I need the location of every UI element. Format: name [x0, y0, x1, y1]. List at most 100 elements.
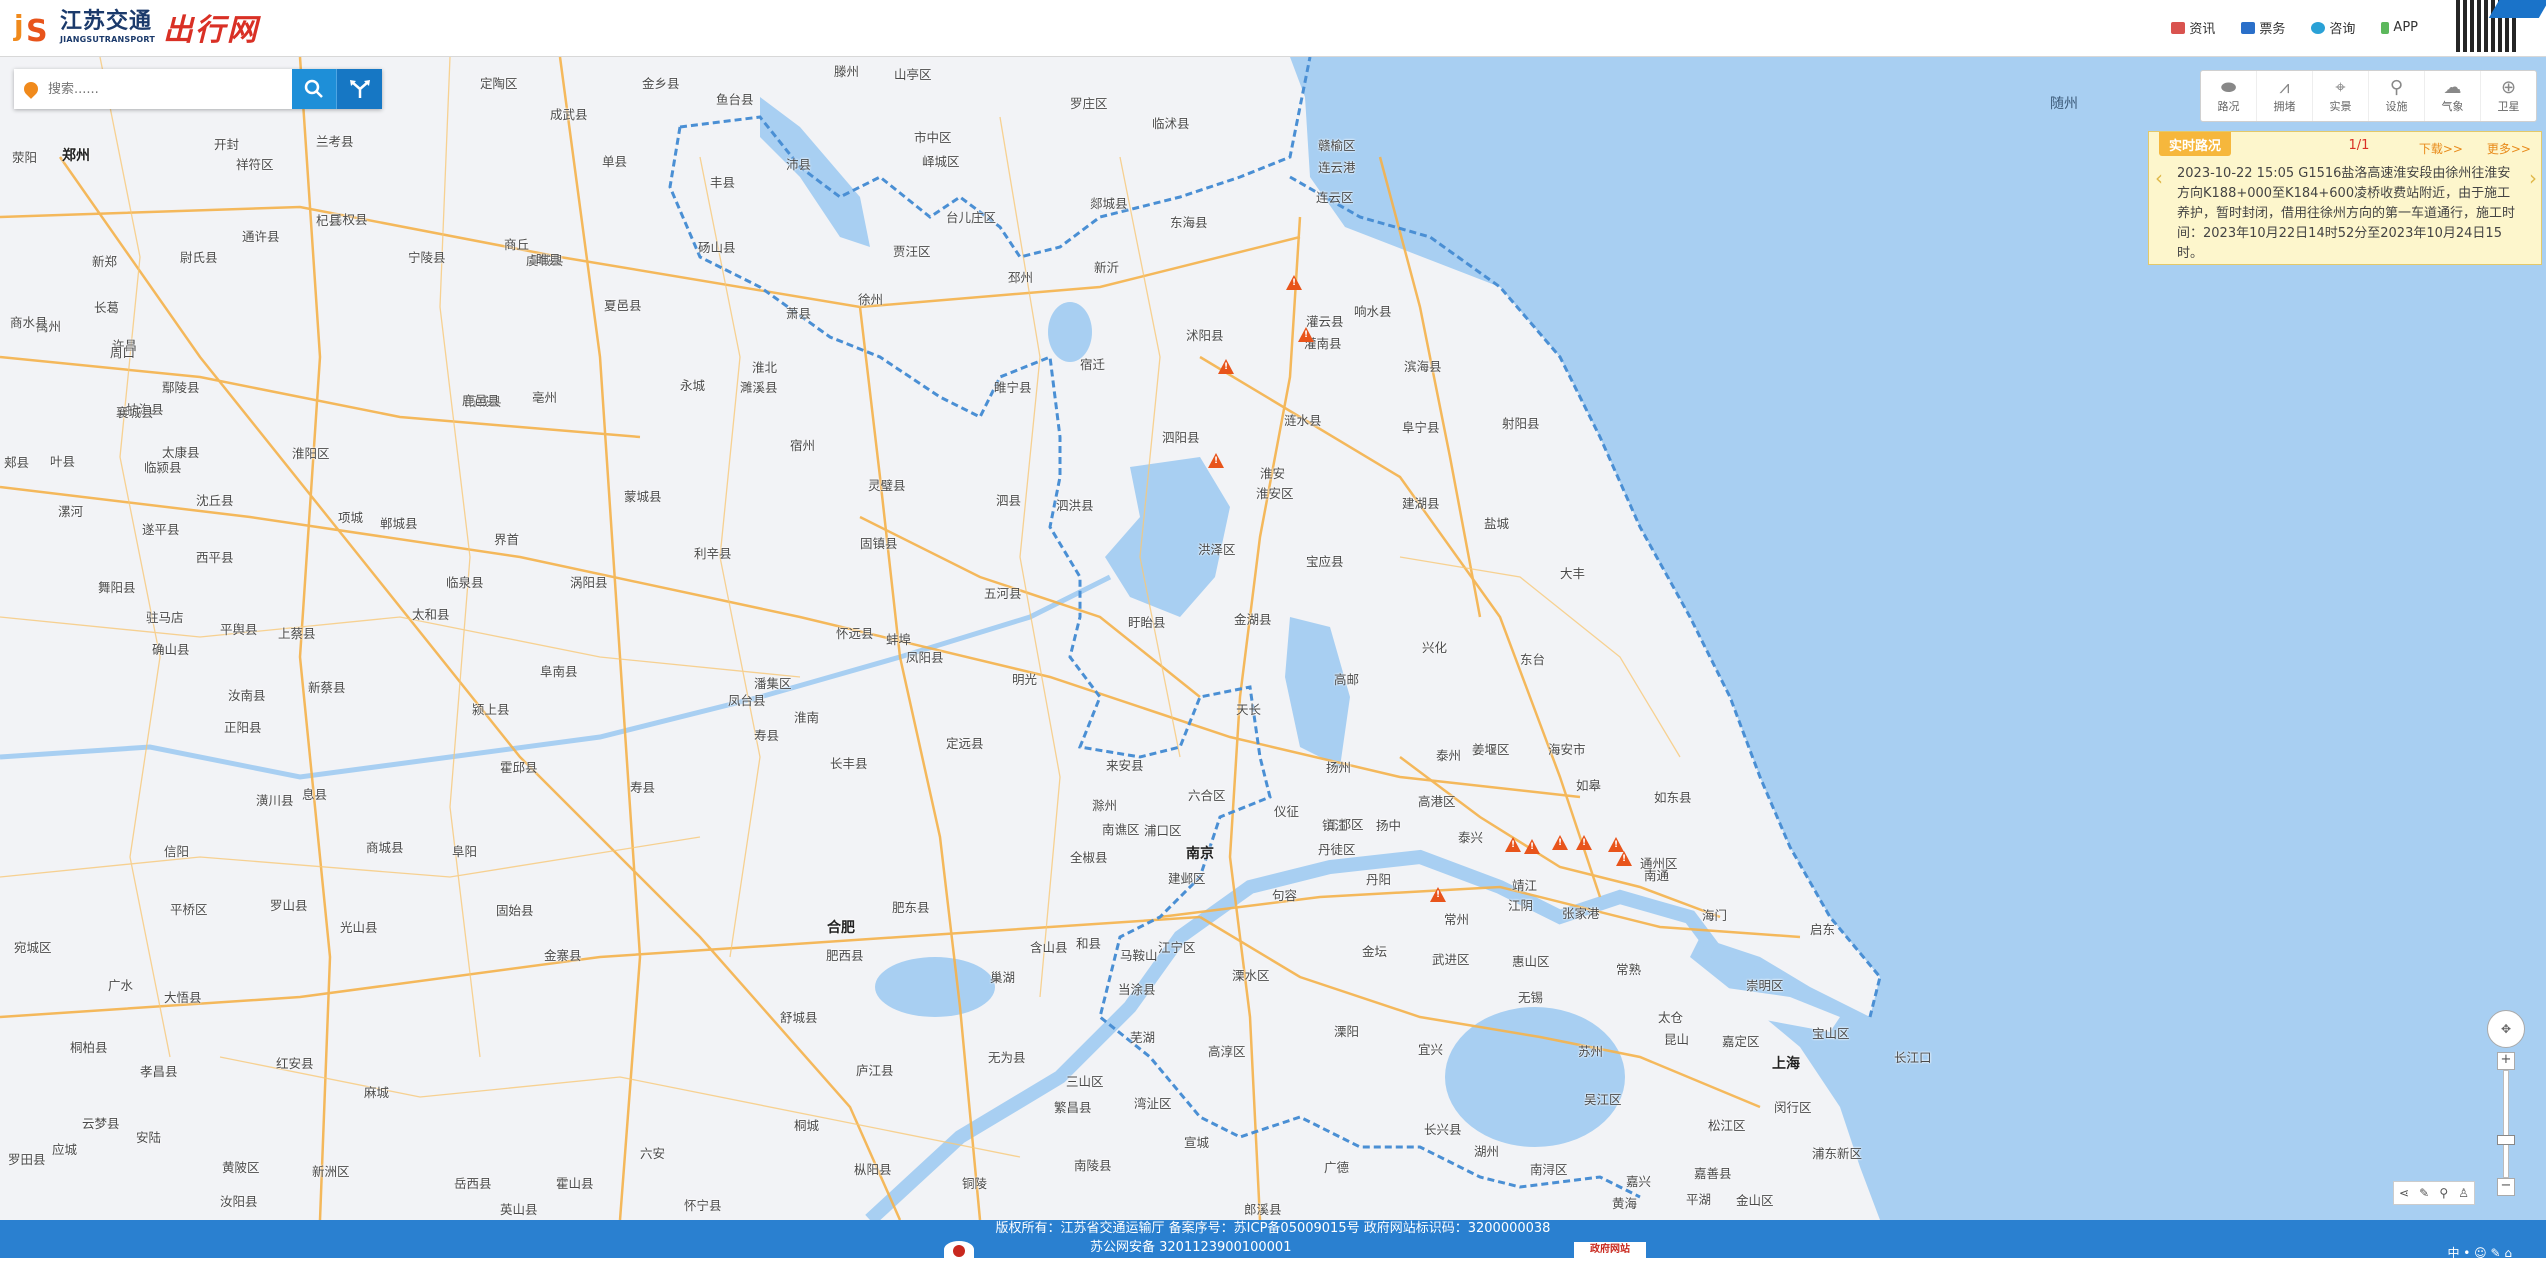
map-label[interactable]: 桐城 [794, 1115, 819, 1134]
map-label[interactable]: 单县 [602, 151, 627, 170]
map-label[interactable]: 嘉定区 [1722, 1031, 1760, 1050]
traffic-warning-icon[interactable] [1286, 275, 1302, 290]
map-label[interactable]: 广德 [1324, 1157, 1349, 1176]
marker-icon[interactable]: ⚲ [2439, 1186, 2448, 1200]
traffic-download-link[interactable]: 下载>> [2419, 140, 2463, 157]
map-label[interactable]: 湾沚区 [1134, 1093, 1172, 1112]
map-label[interactable]: 亳州 [532, 387, 557, 406]
map-label[interactable]: 英山县 [500, 1199, 538, 1218]
map-label[interactable]: 无为县 [988, 1047, 1026, 1066]
map-label[interactable]: 遂平县 [142, 519, 180, 538]
party-emblem-icon[interactable] [944, 1241, 974, 1258]
zoom-handle[interactable] [2497, 1135, 2515, 1145]
map-label[interactable]: 泰兴 [1458, 827, 1483, 846]
map-label[interactable]: 仪征 [1274, 801, 1299, 820]
zoom-out-button[interactable]: − [2497, 1178, 2515, 1196]
map-label[interactable]: 启东 [1810, 919, 1835, 938]
nav-consult[interactable]: 咨询 [2311, 18, 2355, 37]
map-label[interactable]: 宿州 [790, 435, 815, 454]
map-label[interactable]: 临泉县 [446, 572, 484, 591]
map-label[interactable]: 崇明区 [1746, 975, 1784, 994]
map-label[interactable]: 阜宁县 [1402, 417, 1440, 436]
map-label[interactable]: 建湖县 [1402, 493, 1440, 512]
traffic-warning-icon[interactable] [1608, 837, 1624, 852]
map-label[interactable]: 涟水县 [1284, 410, 1322, 429]
map-label[interactable]: 郑州 [62, 145, 90, 165]
map-label[interactable]: 全椒县 [1070, 847, 1108, 866]
zoom-track[interactable] [2503, 1070, 2509, 1178]
map-label[interactable]: 浦东新区 [1812, 1143, 1862, 1162]
map-label[interactable]: 淮北 [752, 357, 777, 376]
map-label[interactable]: 沛县 [786, 154, 811, 173]
map-label[interactable]: 宛城区 [14, 937, 52, 956]
traffic-warning-icon[interactable] [1218, 359, 1234, 374]
map-label[interactable]: 红安县 [276, 1053, 314, 1072]
map-label[interactable]: 鱼台县 [716, 89, 754, 108]
traffic-warning-icon[interactable] [1524, 839, 1540, 854]
map-label[interactable]: 桐柏县 [70, 1037, 108, 1056]
zoom-in-button[interactable]: + [2497, 1052, 2515, 1070]
map-label[interactable]: 蚌埠 [886, 629, 911, 648]
map-label[interactable]: 松江区 [1708, 1115, 1746, 1134]
traffic-warning-icon[interactable] [1505, 837, 1521, 852]
map-label[interactable]: 惠山区 [1512, 951, 1550, 970]
map-label[interactable]: 罗庄区 [1070, 93, 1108, 112]
map-label[interactable]: 利辛县 [694, 543, 732, 562]
map-label[interactable]: 蒙城县 [624, 486, 662, 505]
map-label[interactable]: 夏邑县 [604, 295, 642, 314]
map-label[interactable]: 台儿庄区 [946, 207, 996, 226]
map-label[interactable]: 杞县 [316, 210, 341, 229]
search-input[interactable] [46, 80, 270, 98]
map-label[interactable]: 滕州 [834, 61, 859, 80]
map-label[interactable]: 上海 [1772, 1053, 1800, 1073]
map-label[interactable]: 怀远县 [836, 623, 874, 642]
previous-arrow-icon[interactable]: ‹ [2155, 166, 2163, 190]
map-label[interactable]: 泰州 [1436, 745, 1461, 764]
map-label[interactable]: 溧水区 [1232, 965, 1270, 984]
map-label[interactable]: 合肥 [827, 917, 855, 937]
map-label[interactable]: 建邺区 [1168, 868, 1206, 887]
map-label[interactable]: 南谯区 [1102, 819, 1140, 838]
map-label[interactable]: 寿县 [754, 725, 779, 744]
layer-congestion[interactable]: ⩘ 拥堵 [2257, 71, 2313, 121]
map-label[interactable]: 高邮 [1334, 669, 1359, 688]
footer-police-record[interactable]: 苏公网安备 32011239001000​01 [1090, 1238, 1291, 1258]
map-label[interactable]: 徐州 [858, 289, 883, 308]
map-label[interactable]: 凤阳县 [906, 647, 944, 666]
map-label[interactable]: 吴江区 [1584, 1089, 1622, 1108]
map-label[interactable]: 嘉善县 [1694, 1163, 1732, 1182]
map-label[interactable]: 射阳县 [1502, 413, 1540, 432]
map-label[interactable]: 贾汪区 [893, 241, 931, 260]
map-label[interactable]: 常熟 [1616, 959, 1641, 978]
map-label[interactable]: 滁州 [1092, 795, 1117, 814]
map-label[interactable]: 邳州 [1008, 267, 1033, 286]
map-label[interactable]: 无锡 [1518, 987, 1543, 1006]
map-label[interactable]: 宜兴 [1418, 1039, 1443, 1058]
map-label[interactable]: 天长 [1236, 699, 1261, 718]
map-label[interactable]: 来安县 [1106, 755, 1144, 774]
map-label[interactable]: 南陵县 [1074, 1155, 1112, 1174]
map-label[interactable]: 张家港 [1562, 903, 1600, 922]
map-label[interactable]: 肥东县 [892, 897, 930, 916]
map-label[interactable]: 霍邱县 [500, 757, 538, 776]
map-label[interactable]: 如东县 [1654, 787, 1692, 806]
map-label[interactable]: 常州 [1444, 909, 1469, 928]
map-label[interactable]: 阜阳 [452, 841, 477, 860]
traffic-warning-icon[interactable] [1298, 327, 1314, 342]
map-label[interactable]: 含山县 [1030, 937, 1068, 956]
map-label[interactable]: 长丰县 [830, 753, 868, 772]
layer-live-view[interactable]: ⌖ 实景 [2313, 71, 2369, 121]
map-label[interactable]: 武进区 [1432, 949, 1470, 968]
map-label[interactable]: 丹阳 [1366, 869, 1391, 888]
map-label[interactable]: 永城 [680, 375, 705, 394]
map-label[interactable]: 淮安 [1260, 463, 1285, 482]
map-label[interactable]: 嘉兴 [1626, 1171, 1651, 1190]
map-label[interactable]: 高港区 [1418, 791, 1456, 810]
map-label[interactable]: 连云港 [1318, 157, 1356, 176]
map-label[interactable]: 罗山县 [270, 895, 308, 914]
map-label[interactable]: 凤台县 [728, 690, 766, 709]
map-label[interactable]: 叶县 [50, 451, 75, 470]
map-label[interactable]: 麻城 [364, 1082, 389, 1101]
map-label[interactable]: 山亭区 [894, 64, 932, 83]
map-label[interactable]: 通许县 [242, 226, 280, 245]
